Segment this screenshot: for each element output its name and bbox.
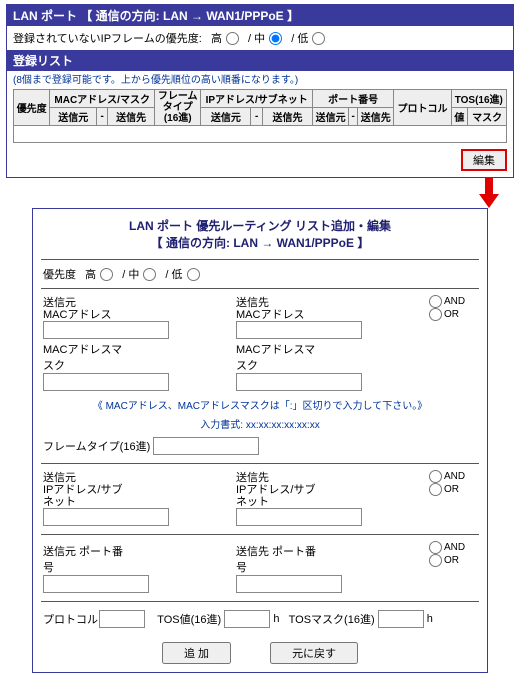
rule-table: 優先度 MACアドレス/マスク フレームタイプ(16進) IPアドレス/サブネッ…: [13, 89, 507, 143]
proto-input[interactable]: [99, 610, 145, 628]
edit-button[interactable]: 編集: [461, 149, 507, 171]
unreg-mid-radio[interactable]: [269, 32, 282, 45]
src-ip-input[interactable]: [43, 508, 169, 526]
unreg-mid-label: 中: [254, 30, 265, 46]
page-title: LAN ポート 【 通信の方向: LAN → WAN1/PPPoE 】: [7, 5, 513, 26]
src-ip-label: 送信元IPアドレス/サブネット: [43, 472, 133, 508]
mac-and-label: AND: [444, 296, 465, 307]
h1: h: [273, 613, 279, 625]
unreg-lo-label: 低: [297, 30, 308, 46]
col-port: ポート番号: [312, 90, 393, 108]
tos-val-input[interactable]: [224, 610, 270, 628]
port-or-label: OR: [444, 555, 459, 566]
unreg-lo-radio[interactable]: [312, 32, 325, 45]
proto-label: プロトコル: [43, 611, 99, 627]
unreg-hi-radio[interactable]: [226, 32, 239, 45]
mac-note1: 《 MACアドレス、MACアドレスマスクは「:」区切りで入力して下さい。》: [43, 397, 477, 412]
col-port-src: 送信元: [312, 108, 348, 126]
ed-mid-radio[interactable]: [143, 268, 156, 281]
dst-ip-label: 送信先IPアドレス/サブネット: [236, 472, 326, 508]
ed-lo-radio[interactable]: [187, 268, 200, 281]
tos-mask-label: TOSマスク(16進): [289, 611, 375, 627]
frame-input[interactable]: [153, 437, 259, 455]
src-mac-mask-input[interactable]: [43, 373, 169, 391]
col-tos-val: 値: [451, 108, 468, 126]
unreg-hi-label: 高: [211, 30, 222, 46]
ed-mid-label: 中: [128, 266, 139, 282]
dst-port-input[interactable]: [236, 575, 342, 593]
dst-port-label: 送信先 ポート番号: [236, 543, 326, 575]
dst-ip-input[interactable]: [236, 508, 362, 526]
dst-mac-label: 送信先MACアドレス: [236, 297, 326, 321]
dst-mac-input[interactable]: [236, 321, 362, 339]
add-button[interactable]: 追 加: [162, 642, 231, 664]
port-and-label: AND: [444, 542, 465, 553]
h2: h: [427, 613, 433, 625]
col-proto: プロトコル: [394, 90, 451, 126]
unreg-label: 登録されていないIPフレームの優先度:: [13, 33, 202, 45]
src-mac-label: 送信元MACアドレス: [43, 297, 133, 321]
dst-mac-mask-input[interactable]: [236, 373, 362, 391]
col-port-dst: 送信先: [358, 108, 394, 126]
mac-mask-label2: MACアドレスマスク: [236, 341, 326, 373]
mac-or-radio[interactable]: [429, 308, 442, 321]
arrow-icon: [482, 178, 496, 208]
mac-note2: 入力書式: xx:xx:xx:xx:xx:xx: [43, 416, 477, 431]
col-ip-dst: 送信先: [263, 108, 313, 126]
port-and-radio[interactable]: [429, 541, 442, 554]
col-prio: 優先度: [14, 90, 50, 126]
col-tos: TOS(16進): [451, 90, 506, 108]
ip-and-radio[interactable]: [429, 470, 442, 483]
src-mac-input[interactable]: [43, 321, 169, 339]
col-frame: フレームタイプ(16進): [154, 90, 200, 126]
mac-mask-label1: MACアドレスマスク: [43, 341, 133, 373]
col-ip-src: 送信元: [201, 108, 251, 126]
editor-title1: LAN ポート 優先ルーティング リスト追加・編集: [129, 219, 391, 233]
editor-panel: LAN ポート 優先ルーティング リスト追加・編集 【 通信の方向: LAN →…: [32, 208, 488, 673]
tos-mask-input[interactable]: [378, 610, 424, 628]
col-mac: MACアドレス/マスク: [50, 90, 155, 108]
col-mac-dst: 送信先: [108, 108, 155, 126]
ip-and-label: AND: [444, 471, 465, 482]
ip-or-radio[interactable]: [429, 483, 442, 496]
col-ip: IPアドレス/サブネット: [201, 90, 313, 108]
mac-and-radio[interactable]: [429, 295, 442, 308]
table-empty-row: [14, 126, 507, 143]
reset-button[interactable]: 元に戻す: [270, 642, 358, 664]
ip-or-label: OR: [444, 484, 459, 495]
ed-hi-label: 高: [85, 266, 96, 282]
src-port-label: 送信元 ポート番号: [43, 543, 133, 575]
editor-title2: 【 通信の方向: LAN → WAN1/PPPoE 】: [151, 236, 370, 250]
mac-or-label: OR: [444, 309, 459, 320]
frame-label: フレームタイプ(16進): [43, 438, 153, 454]
unreg-priority-row: 登録されていないIPフレームの優先度: 高 / 中 / 低: [7, 26, 513, 50]
list-note: (8個まで登録可能です。上から優先順位の高い順番になります。): [7, 71, 513, 89]
port-or-radio[interactable]: [429, 554, 442, 567]
col-mac-src: 送信元: [50, 108, 97, 126]
editor-prio-label: 優先度: [43, 269, 76, 281]
col-tos-mask: マスク: [468, 108, 507, 126]
ed-hi-radio[interactable]: [100, 268, 113, 281]
list-title: 登録リスト: [7, 50, 513, 71]
src-port-input[interactable]: [43, 575, 149, 593]
ed-lo-label: 低: [172, 266, 183, 282]
tos-val-label: TOS値(16進): [157, 611, 221, 627]
